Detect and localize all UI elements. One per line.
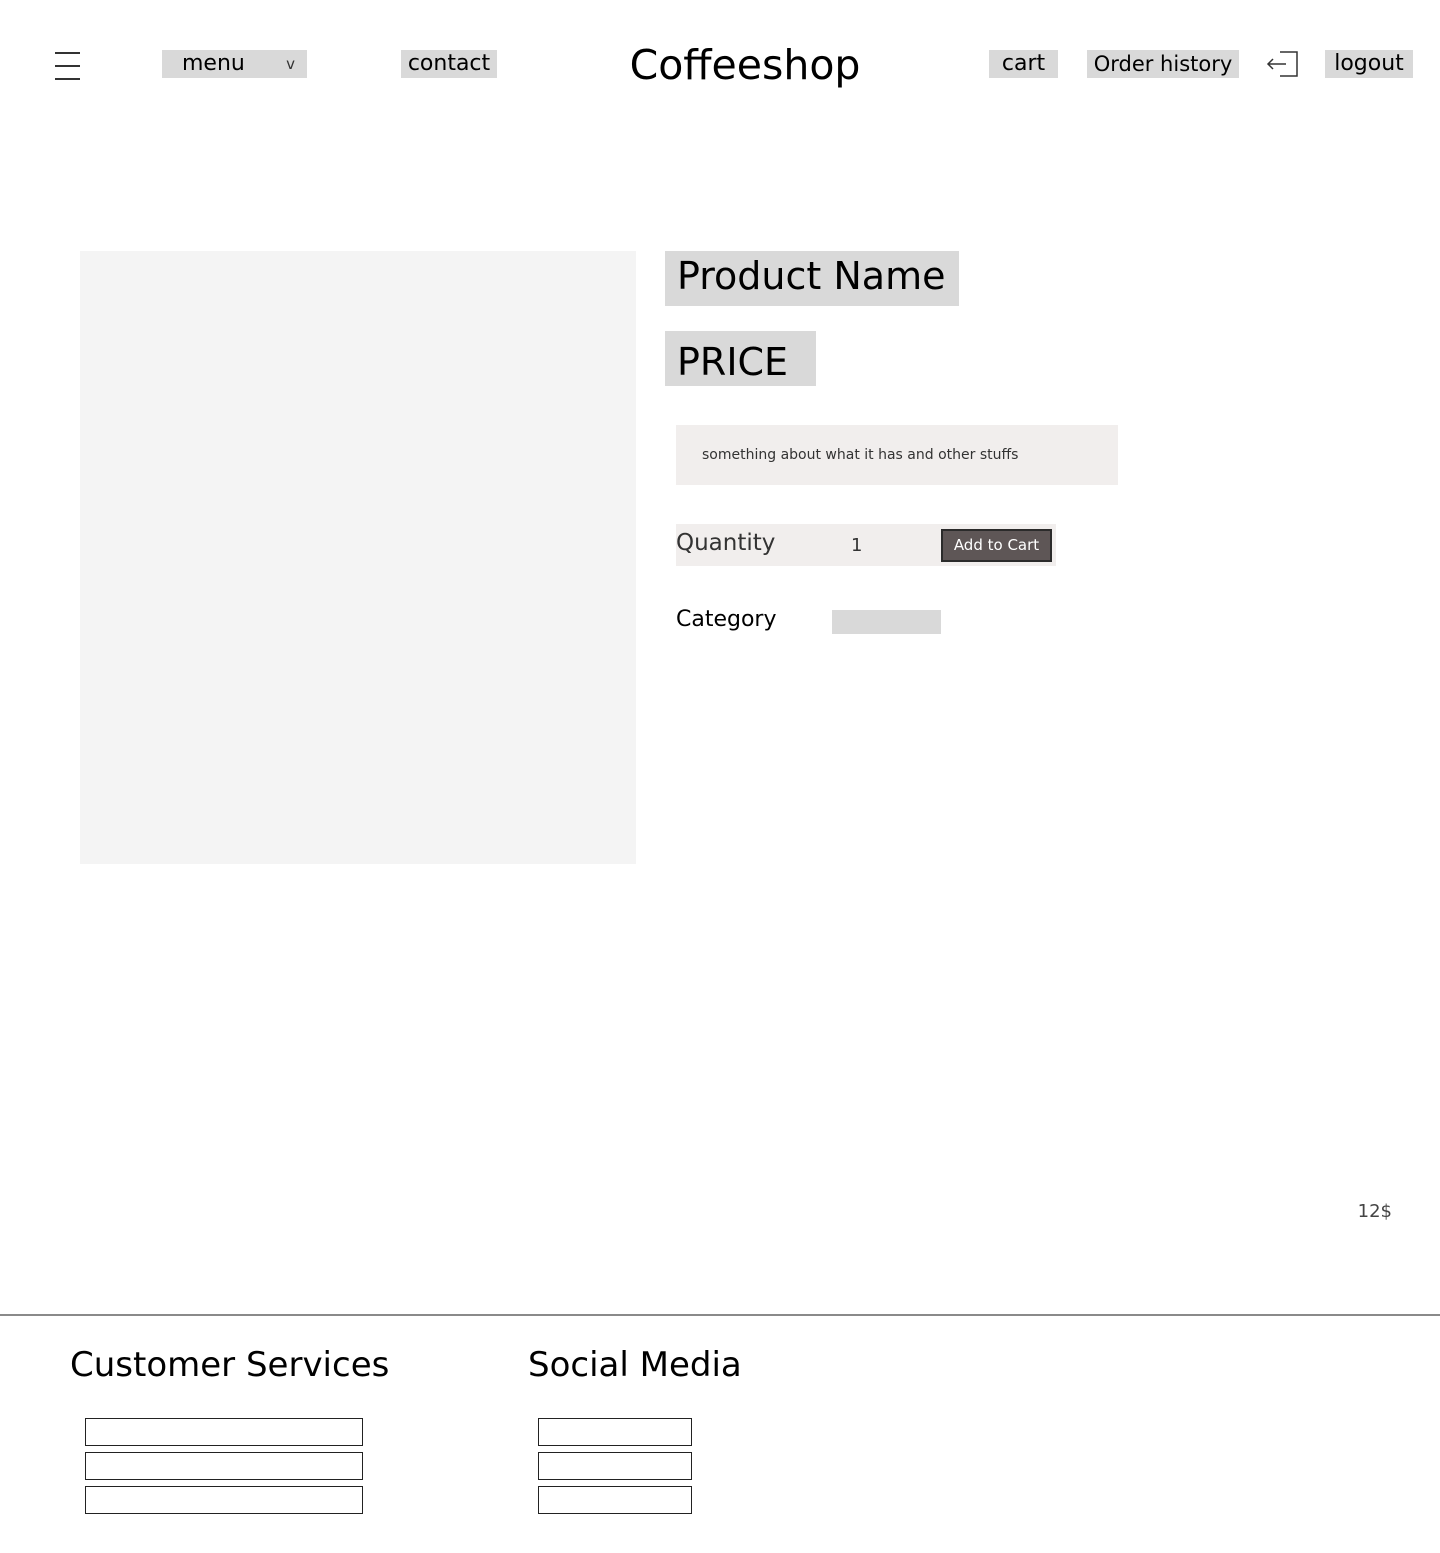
product-image [80, 251, 636, 864]
social-media-link[interactable] [538, 1452, 692, 1480]
quantity-label: Quantity [676, 530, 776, 556]
category-value [832, 610, 941, 634]
hamburger-icon[interactable] [55, 52, 80, 80]
cart-link[interactable]: cart [989, 50, 1058, 78]
customer-services-link[interactable] [85, 1486, 363, 1514]
category-label: Category [676, 607, 777, 632]
product-description: something about what it has and other st… [676, 425, 1118, 485]
product-price: PRICE [665, 331, 816, 386]
customer-services-link[interactable] [85, 1418, 363, 1446]
menu-dropdown[interactable]: menu v [162, 50, 307, 78]
customer-services-heading: Customer Services [70, 1345, 390, 1385]
order-history-link[interactable]: Order history [1087, 50, 1239, 78]
logout-button[interactable]: logout [1325, 50, 1413, 78]
quantity-input[interactable]: 1 [851, 524, 862, 568]
footer-divider [0, 1314, 1440, 1316]
chevron-down-icon: v [286, 55, 295, 73]
social-media-link[interactable] [538, 1486, 692, 1514]
price-tag: 12$ [1357, 1201, 1392, 1222]
social-media-heading: Social Media [528, 1345, 742, 1385]
logout-icon[interactable] [1266, 51, 1298, 77]
contact-link[interactable]: contact [401, 50, 497, 78]
social-media-link[interactable] [538, 1418, 692, 1446]
quantity-row: Quantity 1 Add to Cart [676, 524, 1056, 566]
add-to-cart-button[interactable]: Add to Cart [941, 529, 1052, 562]
product-name: Product Name [665, 251, 959, 306]
site-logo[interactable]: Coffeeshop [600, 38, 890, 92]
customer-services-link[interactable] [85, 1452, 363, 1480]
menu-label: menu [182, 51, 245, 76]
